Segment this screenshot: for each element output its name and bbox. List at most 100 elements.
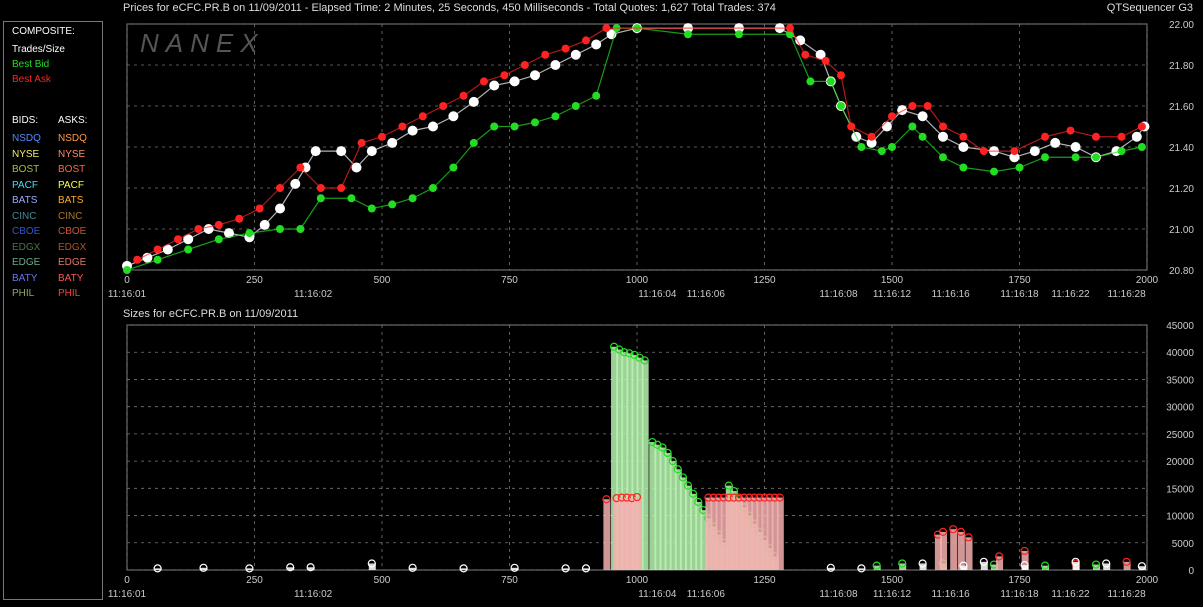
price-point-1	[123, 266, 131, 274]
price-point-2	[214, 220, 223, 229]
price-point-2	[837, 71, 845, 80]
price-y-tick-label: 20.80	[1169, 266, 1194, 277]
price-point-2	[174, 235, 182, 244]
price-point-2	[1092, 132, 1100, 141]
price-point-1	[1041, 153, 1049, 162]
price-point-2	[337, 184, 346, 192]
price-point-0	[290, 178, 301, 189]
price-point-1	[408, 194, 417, 203]
price-point-0	[275, 203, 285, 214]
price-point-0	[938, 131, 948, 142]
price-point-1	[490, 122, 499, 131]
price-point-1	[388, 200, 397, 209]
price-point-2	[908, 102, 917, 110]
price-point-2	[500, 71, 509, 80]
price-point-1	[908, 122, 917, 131]
price-point-2	[939, 122, 947, 131]
price-y-tick-label: 21.20	[1169, 184, 1194, 195]
price-point-2	[801, 50, 810, 59]
price-time-label: 11:16:06	[687, 289, 726, 300]
price-time-label: 11:16:08	[819, 289, 858, 300]
price-point-2	[1117, 132, 1126, 141]
price-x-tick-label: 1250	[753, 275, 776, 286]
price-point-2	[235, 214, 244, 223]
price-x-tick-label: 1750	[1008, 275, 1031, 286]
price-point-0	[1029, 146, 1040, 157]
price-point-0	[387, 137, 398, 148]
price-point-1	[469, 138, 478, 147]
price-point-0	[310, 146, 321, 157]
price-point-2	[959, 132, 968, 141]
size-time-label: 11:16:28	[1108, 589, 1147, 600]
price-point-2	[357, 138, 366, 147]
size-x-tick-label: 750	[501, 575, 518, 586]
price-point-1	[347, 194, 356, 203]
size-x-tick-label: 1750	[1008, 575, 1031, 586]
size-y-tick-label: 40000	[1166, 348, 1194, 359]
price-x-tick-label: 0	[124, 275, 130, 286]
size-bar-1	[776, 497, 784, 570]
price-point-0	[897, 105, 908, 116]
price-point-1	[214, 235, 223, 244]
price-point-0	[530, 70, 540, 81]
price-point-1	[1071, 153, 1080, 162]
price-point-2	[541, 50, 550, 59]
price-point-2	[561, 44, 570, 53]
price-point-1	[367, 204, 376, 213]
price-time-label: 11:16:01	[108, 289, 147, 300]
price-point-0	[259, 219, 270, 230]
price-point-0	[489, 80, 500, 91]
price-point-0	[336, 146, 347, 157]
price-point-0	[1050, 137, 1061, 148]
price-point-0	[203, 224, 214, 234]
price-point-2	[194, 225, 203, 233]
size-time-label: 11:16:01	[108, 589, 147, 600]
size-y-tick-label: 10000	[1166, 512, 1194, 523]
price-point-2	[133, 255, 142, 264]
price-point-2	[1041, 132, 1049, 141]
price-point-2	[867, 132, 876, 141]
price-point-0	[881, 121, 892, 132]
price-point-2	[979, 147, 988, 156]
price-point-2	[316, 184, 325, 192]
size-time-label: 11:16:02	[294, 589, 333, 600]
price-y-tick-label: 21.80	[1169, 61, 1194, 72]
price-time-label: 11:16:02	[294, 289, 333, 300]
price-point-1	[449, 163, 458, 172]
price-point-1	[684, 30, 692, 39]
size-y-tick-label: 25000	[1166, 430, 1194, 441]
price-x-tick-label: 1500	[881, 275, 904, 286]
price-point-1	[826, 77, 835, 86]
price-point-1	[510, 122, 519, 131]
size-time-label: 11:16:18	[1000, 589, 1039, 600]
price-point-1	[1137, 143, 1146, 151]
size-time-label: 11:16:12	[873, 589, 912, 600]
price-point-1	[153, 255, 162, 264]
price-point-2	[786, 24, 794, 33]
size-bar-1	[603, 499, 611, 570]
size-time-label: 11:16:22	[1051, 589, 1090, 600]
size-bar-1	[957, 531, 965, 570]
size-bar-1	[634, 497, 641, 570]
price-point-0	[550, 60, 561, 70]
size-y-tick-label: 30000	[1166, 403, 1194, 414]
price-time-label: 11:16:12	[873, 289, 912, 300]
price-point-1	[1117, 147, 1126, 156]
price-point-2	[520, 61, 529, 69]
price-point-0	[407, 125, 418, 136]
price-point-2	[296, 163, 305, 172]
size-time-label: 11:16:08	[819, 589, 858, 600]
price-point-0	[1070, 142, 1081, 152]
price-point-2	[1010, 147, 1019, 156]
price-point-1	[276, 225, 284, 233]
price-point-1	[939, 153, 947, 162]
size-x-tick-label: 0	[124, 575, 130, 586]
size-x-tick-label: 500	[374, 575, 391, 586]
price-point-1	[888, 143, 896, 151]
size-x-tick-label: 1250	[753, 575, 776, 586]
price-time-label: 11:16:28	[1108, 289, 1147, 300]
price-point-0	[958, 142, 969, 152]
price-point-1	[990, 167, 998, 176]
size-x-tick-label: 250	[246, 575, 263, 586]
size-x-tick-label: 2000	[1136, 575, 1159, 586]
